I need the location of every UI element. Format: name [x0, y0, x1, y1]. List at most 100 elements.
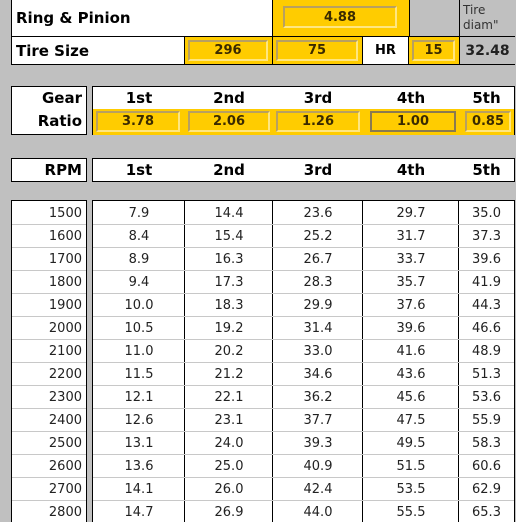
speed-cell-3rd: 26.7 — [303, 251, 333, 267]
speed-cell-2nd: 20.2 — [214, 343, 244, 359]
speed-cell-3rd: 23.6 — [303, 205, 333, 221]
speed-header-2nd: 2nd — [213, 161, 245, 179]
speed-cell-2nd: 26.0 — [214, 481, 244, 497]
rpm-row: 2700 — [12, 478, 86, 501]
speed-cell-4th: 55.5 — [396, 504, 426, 520]
rpm-row: 1900 — [12, 294, 86, 317]
speed-table-header: 1st 2nd 3rd 4th 5th — [92, 158, 515, 182]
speed-cell-4th: 53.5 — [396, 481, 426, 497]
table-row: 13.1 24.0 39.3 49.5 58.3 — [93, 432, 514, 455]
tire-width-input[interactable]: 296 — [188, 40, 268, 61]
speed-cell-1st: 7.9 — [128, 205, 150, 221]
speed-cell-4th: 41.6 — [396, 343, 426, 359]
table-row: 10.5 19.2 31.4 39.6 46.6 — [93, 317, 514, 340]
rpm-value: 2500 — [48, 435, 82, 451]
speed-cell-2nd: 25.0 — [214, 458, 244, 474]
rpm-value: 2000 — [48, 320, 82, 336]
speed-cell-1st: 12.1 — [124, 389, 154, 405]
speed-cell-2nd: 17.3 — [214, 274, 244, 290]
speed-cell-1st: 11.5 — [124, 366, 154, 382]
speed-cell-5th: 39.6 — [472, 251, 501, 267]
speed-cell-3rd: 33.0 — [303, 343, 333, 359]
rpm-row: 2300 — [12, 386, 86, 409]
table-row: 11.0 20.2 33.0 41.6 48.9 — [93, 340, 514, 363]
speed-cell-5th: 53.6 — [472, 389, 501, 405]
speed-cell-2nd: 15.4 — [214, 228, 244, 244]
speed-cell-1st: 14.7 — [124, 504, 154, 520]
speed-cell-3rd: 36.2 — [303, 389, 333, 405]
rpm-row: 2200 — [12, 363, 86, 386]
speed-cell-5th: 35.0 — [472, 205, 501, 221]
gear-ratio-panel: 1st 2nd 3rd 4th 5th 3.78 2.06 1.26 1.00 … — [92, 86, 515, 135]
table-row: 13.6 25.0 40.9 51.5 60.6 — [93, 455, 514, 478]
table-row: 12.1 22.1 36.2 45.6 53.6 — [93, 386, 514, 409]
rpm-value: 1700 — [48, 251, 82, 267]
rpm-row: 2500 — [12, 432, 86, 455]
rpm-value: 2200 — [48, 366, 82, 382]
rpm-value: 1800 — [48, 274, 82, 290]
gear-header-1st: 1st — [125, 89, 153, 107]
speed-cell-1st: 13.6 — [124, 458, 154, 474]
rim-diameter-input[interactable]: 15 — [412, 40, 455, 61]
tire-diameter-label-line1: Tire — [463, 3, 486, 17]
speed-cell-1st: 12.6 — [124, 412, 154, 428]
ratio-input-5th[interactable]: 0.85 — [465, 111, 511, 132]
spacer-cell — [409, 0, 459, 37]
speed-header-1st: 1st — [125, 161, 153, 179]
rpm-value: 2300 — [48, 389, 82, 405]
gear-header-5th: 5th — [472, 89, 501, 107]
ratio-input-3rd[interactable]: 1.26 — [276, 111, 360, 132]
ring-pinion-label: Ring & Pinion — [16, 9, 131, 27]
rpm-row: 1800 — [12, 271, 86, 294]
speed-cell-5th: 55.9 — [472, 412, 501, 428]
table-row: 7.9 14.4 23.6 29.7 35.0 — [93, 202, 514, 225]
speed-cell-3rd: 42.4 — [303, 481, 333, 497]
speed-header-5th: 5th — [472, 161, 501, 179]
tire-size-label: Tire Size — [16, 41, 90, 60]
speed-cell-4th: 31.7 — [396, 228, 426, 244]
ratio-input-2nd[interactable]: 2.06 — [188, 111, 270, 132]
speed-cell-5th: 58.3 — [472, 435, 501, 451]
speed-cell-3rd: 25.2 — [303, 228, 333, 244]
rpm-value: 1600 — [48, 228, 82, 244]
speed-cell-5th: 41.9 — [472, 274, 501, 290]
speed-cell-2nd: 18.3 — [214, 297, 244, 313]
rpm-value: 2600 — [48, 458, 82, 474]
speed-cell-5th: 65.3 — [472, 504, 501, 520]
ring-pinion-input[interactable]: 4.88 — [283, 6, 397, 28]
speed-cell-1st: 11.0 — [124, 343, 154, 359]
tire-size-label-cell: Tire Size — [12, 37, 185, 64]
speed-cell-5th: 48.9 — [472, 343, 501, 359]
speed-cell-2nd: 21.2 — [214, 366, 244, 382]
tire-diameter-value: 32.48 — [465, 42, 510, 59]
rpm-row: 1700 — [12, 248, 86, 271]
speed-cell-2nd: 14.4 — [214, 205, 244, 221]
speed-cell-1st: 8.4 — [128, 228, 150, 244]
ratio-input-1st[interactable]: 3.78 — [96, 111, 180, 132]
rpm-value: 2400 — [48, 412, 82, 428]
tire-type-cell: HR — [363, 37, 409, 64]
rpm-row: 1500 — [12, 202, 86, 225]
rpm-value: 1500 — [48, 205, 82, 221]
table-row: 9.4 17.3 28.3 35.7 41.9 — [93, 271, 514, 294]
ring-pinion-label-cell: Ring & Pinion — [12, 0, 273, 37]
tire-diameter-label-line2: diam" — [463, 18, 499, 32]
tire-type: HR — [375, 43, 396, 58]
speed-cell-4th: 45.6 — [396, 389, 426, 405]
rpm-value: 1900 — [48, 297, 82, 313]
gear-label: Gear — [41, 89, 82, 107]
tire-aspect-input[interactable]: 75 — [276, 40, 358, 61]
speed-cell-1st: 8.9 — [128, 251, 150, 267]
speed-cell-4th: 43.6 — [396, 366, 426, 382]
rpm-row: 2400 — [12, 409, 86, 432]
rpm-value: 2700 — [48, 481, 82, 497]
table-row: 14.7 26.9 44.0 55.5 65.3 — [93, 501, 514, 522]
speed-cell-5th: 44.3 — [472, 297, 501, 313]
speed-cell-4th: 49.5 — [396, 435, 426, 451]
speed-cell-1st: 14.1 — [124, 481, 154, 497]
speed-cell-4th: 35.7 — [396, 274, 426, 290]
rpm-header-box: RPM — [11, 158, 87, 182]
table-row: 8.9 16.3 26.7 33.7 39.6 — [93, 248, 514, 271]
speed-cell-1st: 13.1 — [124, 435, 154, 451]
ratio-input-4th[interactable]: 1.00 — [370, 111, 456, 132]
